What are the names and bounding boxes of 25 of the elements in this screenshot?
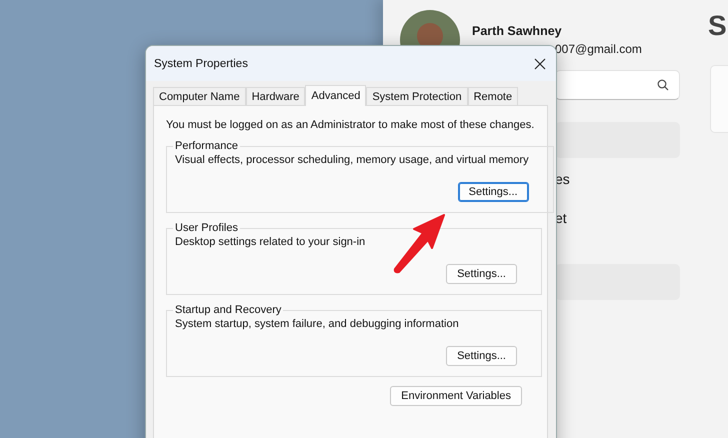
admin-notice: You must be logged on as an Administrator to make most of these changes.	[166, 119, 536, 131]
tab[interactable]: System Protection	[366, 87, 468, 105]
tab[interactable]: Remote	[468, 87, 518, 105]
group-title: Performance	[174, 140, 239, 152]
tab[interactable]: Advanced	[305, 85, 366, 106]
close-icon	[534, 58, 546, 70]
close-button[interactable]	[532, 56, 548, 72]
group-description: System startup, system failure, and debugging information	[175, 318, 460, 330]
group-title: User Profiles	[174, 222, 239, 234]
group-description: Desktop settings related to your sign-in	[175, 236, 366, 248]
tab[interactable]: Computer Name	[153, 87, 246, 105]
window-title: System Properties	[154, 58, 248, 70]
user-name: Parth Sawhney	[472, 24, 563, 38]
page-heading: S	[708, 10, 727, 42]
group-description: Visual effects, processor scheduling, memory usage, and virtual memory	[175, 154, 529, 166]
search-field[interactable]	[555, 70, 680, 100]
settings-button[interactable]: Settings...	[458, 182, 529, 202]
user-email: 007@gmail.com	[555, 42, 642, 56]
settings-button[interactable]: Settings...	[446, 346, 517, 366]
search-icon	[657, 79, 669, 91]
environment-variables-button[interactable]: Environment Variables	[390, 386, 522, 406]
group-title: Startup and Recovery	[174, 304, 282, 316]
tab[interactable]: Hardware	[246, 87, 306, 105]
settings-button[interactable]: Settings...	[446, 264, 517, 284]
pointer-arrow	[392, 213, 446, 275]
